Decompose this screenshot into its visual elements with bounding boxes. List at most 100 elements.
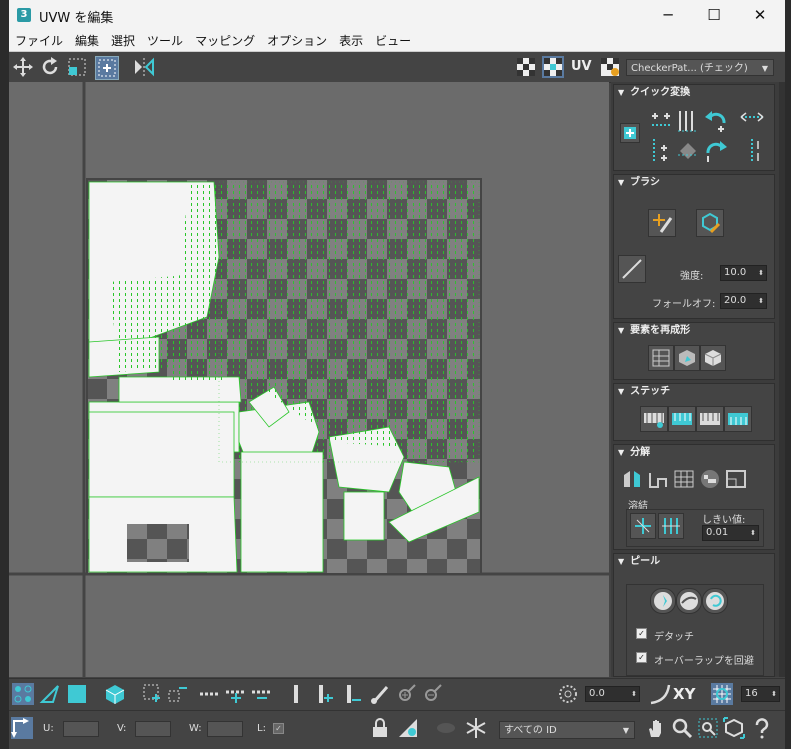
weld-all-button[interactable]: [658, 513, 684, 539]
material-id-select[interactable]: すべての ID ▼: [499, 721, 635, 739]
spinner-arrows-icon[interactable]: ⬍: [631, 687, 637, 701]
break-icon[interactable]: [620, 467, 644, 491]
falloff-spinner[interactable]: 20.0 ⬍: [720, 293, 767, 309]
peel-reset-button[interactable]: [702, 588, 728, 614]
uv-axis-label[interactable]: UV: [571, 56, 597, 78]
paint-select-icon[interactable]: [369, 683, 391, 705]
detach-checkbox[interactable]: ✓: [636, 628, 647, 639]
avoid-overlap-checkbox[interactable]: ✓: [636, 652, 647, 663]
threshold-spinner[interactable]: 0.01 ⬍: [702, 525, 759, 541]
show-map-icon[interactable]: [542, 56, 564, 78]
help-icon[interactable]: [751, 717, 773, 739]
move-icon[interactable]: [12, 56, 34, 78]
align-center-button[interactable]: [620, 123, 640, 143]
ring-select-icon[interactable]: [285, 683, 307, 705]
menu-options[interactable]: オプション: [261, 31, 333, 51]
menu-mapping[interactable]: マッピング: [189, 31, 261, 51]
flatten-by-smoothing-icon[interactable]: [672, 467, 696, 491]
ring-grow-icon[interactable]: [313, 683, 335, 705]
paint-move-button[interactable]: [648, 209, 676, 237]
menu-edit[interactable]: 編集: [69, 31, 105, 51]
relax-until-flat-button[interactable]: [700, 345, 726, 371]
zoom-icon[interactable]: [671, 717, 693, 739]
lock-icon[interactable]: [369, 717, 391, 739]
relax-brush-button[interactable]: [696, 209, 724, 237]
paint-shrink-icon[interactable]: [421, 683, 443, 705]
grow-selection-icon[interactable]: [142, 683, 164, 705]
hide-selection-icon[interactable]: [397, 717, 419, 739]
grid-size-spinner[interactable]: 16 ⬍: [741, 686, 780, 702]
stitch-average-button[interactable]: [696, 406, 724, 432]
straighten-button[interactable]: [648, 345, 674, 371]
space-vertical-icon[interactable]: [676, 137, 700, 165]
element-mode-icon[interactable]: [104, 683, 126, 705]
peel-mode-button[interactable]: [676, 588, 702, 614]
checker-toggle-icon[interactable]: [515, 56, 537, 78]
stitch-to-target-button[interactable]: [668, 406, 696, 432]
shrink-selection-icon[interactable]: [167, 683, 189, 705]
stitch-custom-button[interactable]: [640, 406, 668, 432]
texture-checker-icon[interactable]: [599, 56, 621, 78]
spinner-arrows-icon[interactable]: ⬍: [758, 266, 764, 280]
menu-select[interactable]: 選択: [105, 31, 141, 51]
reshape-header[interactable]: ▼ 要素を再成形: [614, 323, 774, 339]
edge-mode-icon[interactable]: [39, 683, 61, 705]
close-button[interactable]: ✕: [737, 0, 783, 31]
quick-peel-button[interactable]: [650, 588, 676, 614]
curve-icon[interactable]: [649, 683, 671, 705]
mirror-icon[interactable]: [133, 56, 155, 78]
spinner-arrows-icon[interactable]: ⬍: [750, 526, 756, 540]
scale-icon[interactable]: [66, 56, 88, 78]
space-horizontal-icon[interactable]: [676, 107, 700, 135]
loop-grow-icon[interactable]: [225, 683, 247, 705]
brush-stroke-button[interactable]: [618, 255, 646, 283]
absolute-offset-icon[interactable]: [557, 683, 579, 705]
show-hidden-icon[interactable]: [435, 717, 457, 739]
stitch-header[interactable]: ▼ ステッチ: [614, 384, 774, 400]
menu-view[interactable]: ビュー: [369, 31, 417, 51]
u-field[interactable]: [63, 721, 99, 737]
menu-tools[interactable]: ツール: [141, 31, 189, 51]
zoom-extents-icon[interactable]: [723, 717, 745, 739]
grid-snap-icon[interactable]: [711, 683, 733, 705]
spinner-arrows-icon[interactable]: ⬍: [758, 294, 764, 308]
align-horizontal-icon[interactable]: [648, 107, 676, 135]
flatten-by-material-icon[interactable]: [698, 467, 722, 491]
zoom-region-icon[interactable]: [697, 717, 719, 739]
brush-header[interactable]: ▼ ブラシ: [614, 175, 774, 191]
ring-shrink-icon[interactable]: [341, 683, 363, 705]
rotate-icon[interactable]: [39, 56, 61, 78]
uv-viewport[interactable]: [9, 82, 609, 677]
move-horizontal-icon[interactable]: [738, 107, 766, 135]
paint-grow-icon[interactable]: [395, 683, 417, 705]
maximize-button[interactable]: ☐: [691, 0, 737, 31]
menu-file[interactable]: ファイル: [9, 31, 69, 51]
v-field[interactable]: [135, 721, 171, 737]
flatten-by-polygon-icon[interactable]: [724, 467, 748, 491]
peel-header[interactable]: ▼ ピール: [614, 554, 774, 570]
stitch-to-source-button[interactable]: [724, 406, 752, 432]
freeze-icon[interactable]: [465, 717, 487, 739]
move-vertical-icon[interactable]: [738, 137, 766, 165]
vertex-mode-icon[interactable]: [12, 683, 34, 705]
menu-display[interactable]: 表示: [333, 31, 369, 51]
rotate-ccw-icon[interactable]: [702, 107, 730, 135]
polygon-mode-icon[interactable]: [66, 683, 88, 705]
minimize-button[interactable]: ─: [645, 0, 691, 31]
detach-edge-icon[interactable]: [646, 467, 670, 491]
strength-spinner[interactable]: 10.0 ⬍: [720, 265, 767, 281]
spinner-arrows-icon[interactable]: ⬍: [771, 687, 777, 701]
rotation-spinner[interactable]: 0.0 ⬍: [585, 686, 640, 702]
loop-shrink-icon[interactable]: [251, 683, 273, 705]
quick-transform-header[interactable]: ▼ クイック変換: [614, 85, 774, 101]
transform-mode-icon[interactable]: [11, 717, 33, 739]
relax-button[interactable]: [674, 345, 700, 371]
w-field[interactable]: [207, 721, 243, 737]
panel-scrollbar[interactable]: [779, 82, 785, 677]
texture-select-dropdown[interactable]: CheckerPat... (チェック) ▼: [626, 59, 774, 76]
pan-hand-icon[interactable]: [645, 717, 667, 739]
uv-canvas[interactable]: [9, 82, 609, 677]
rotate-cw-icon[interactable]: [702, 137, 730, 165]
weld-selected-button[interactable]: [630, 513, 656, 539]
align-vertical-icon[interactable]: [648, 137, 676, 165]
